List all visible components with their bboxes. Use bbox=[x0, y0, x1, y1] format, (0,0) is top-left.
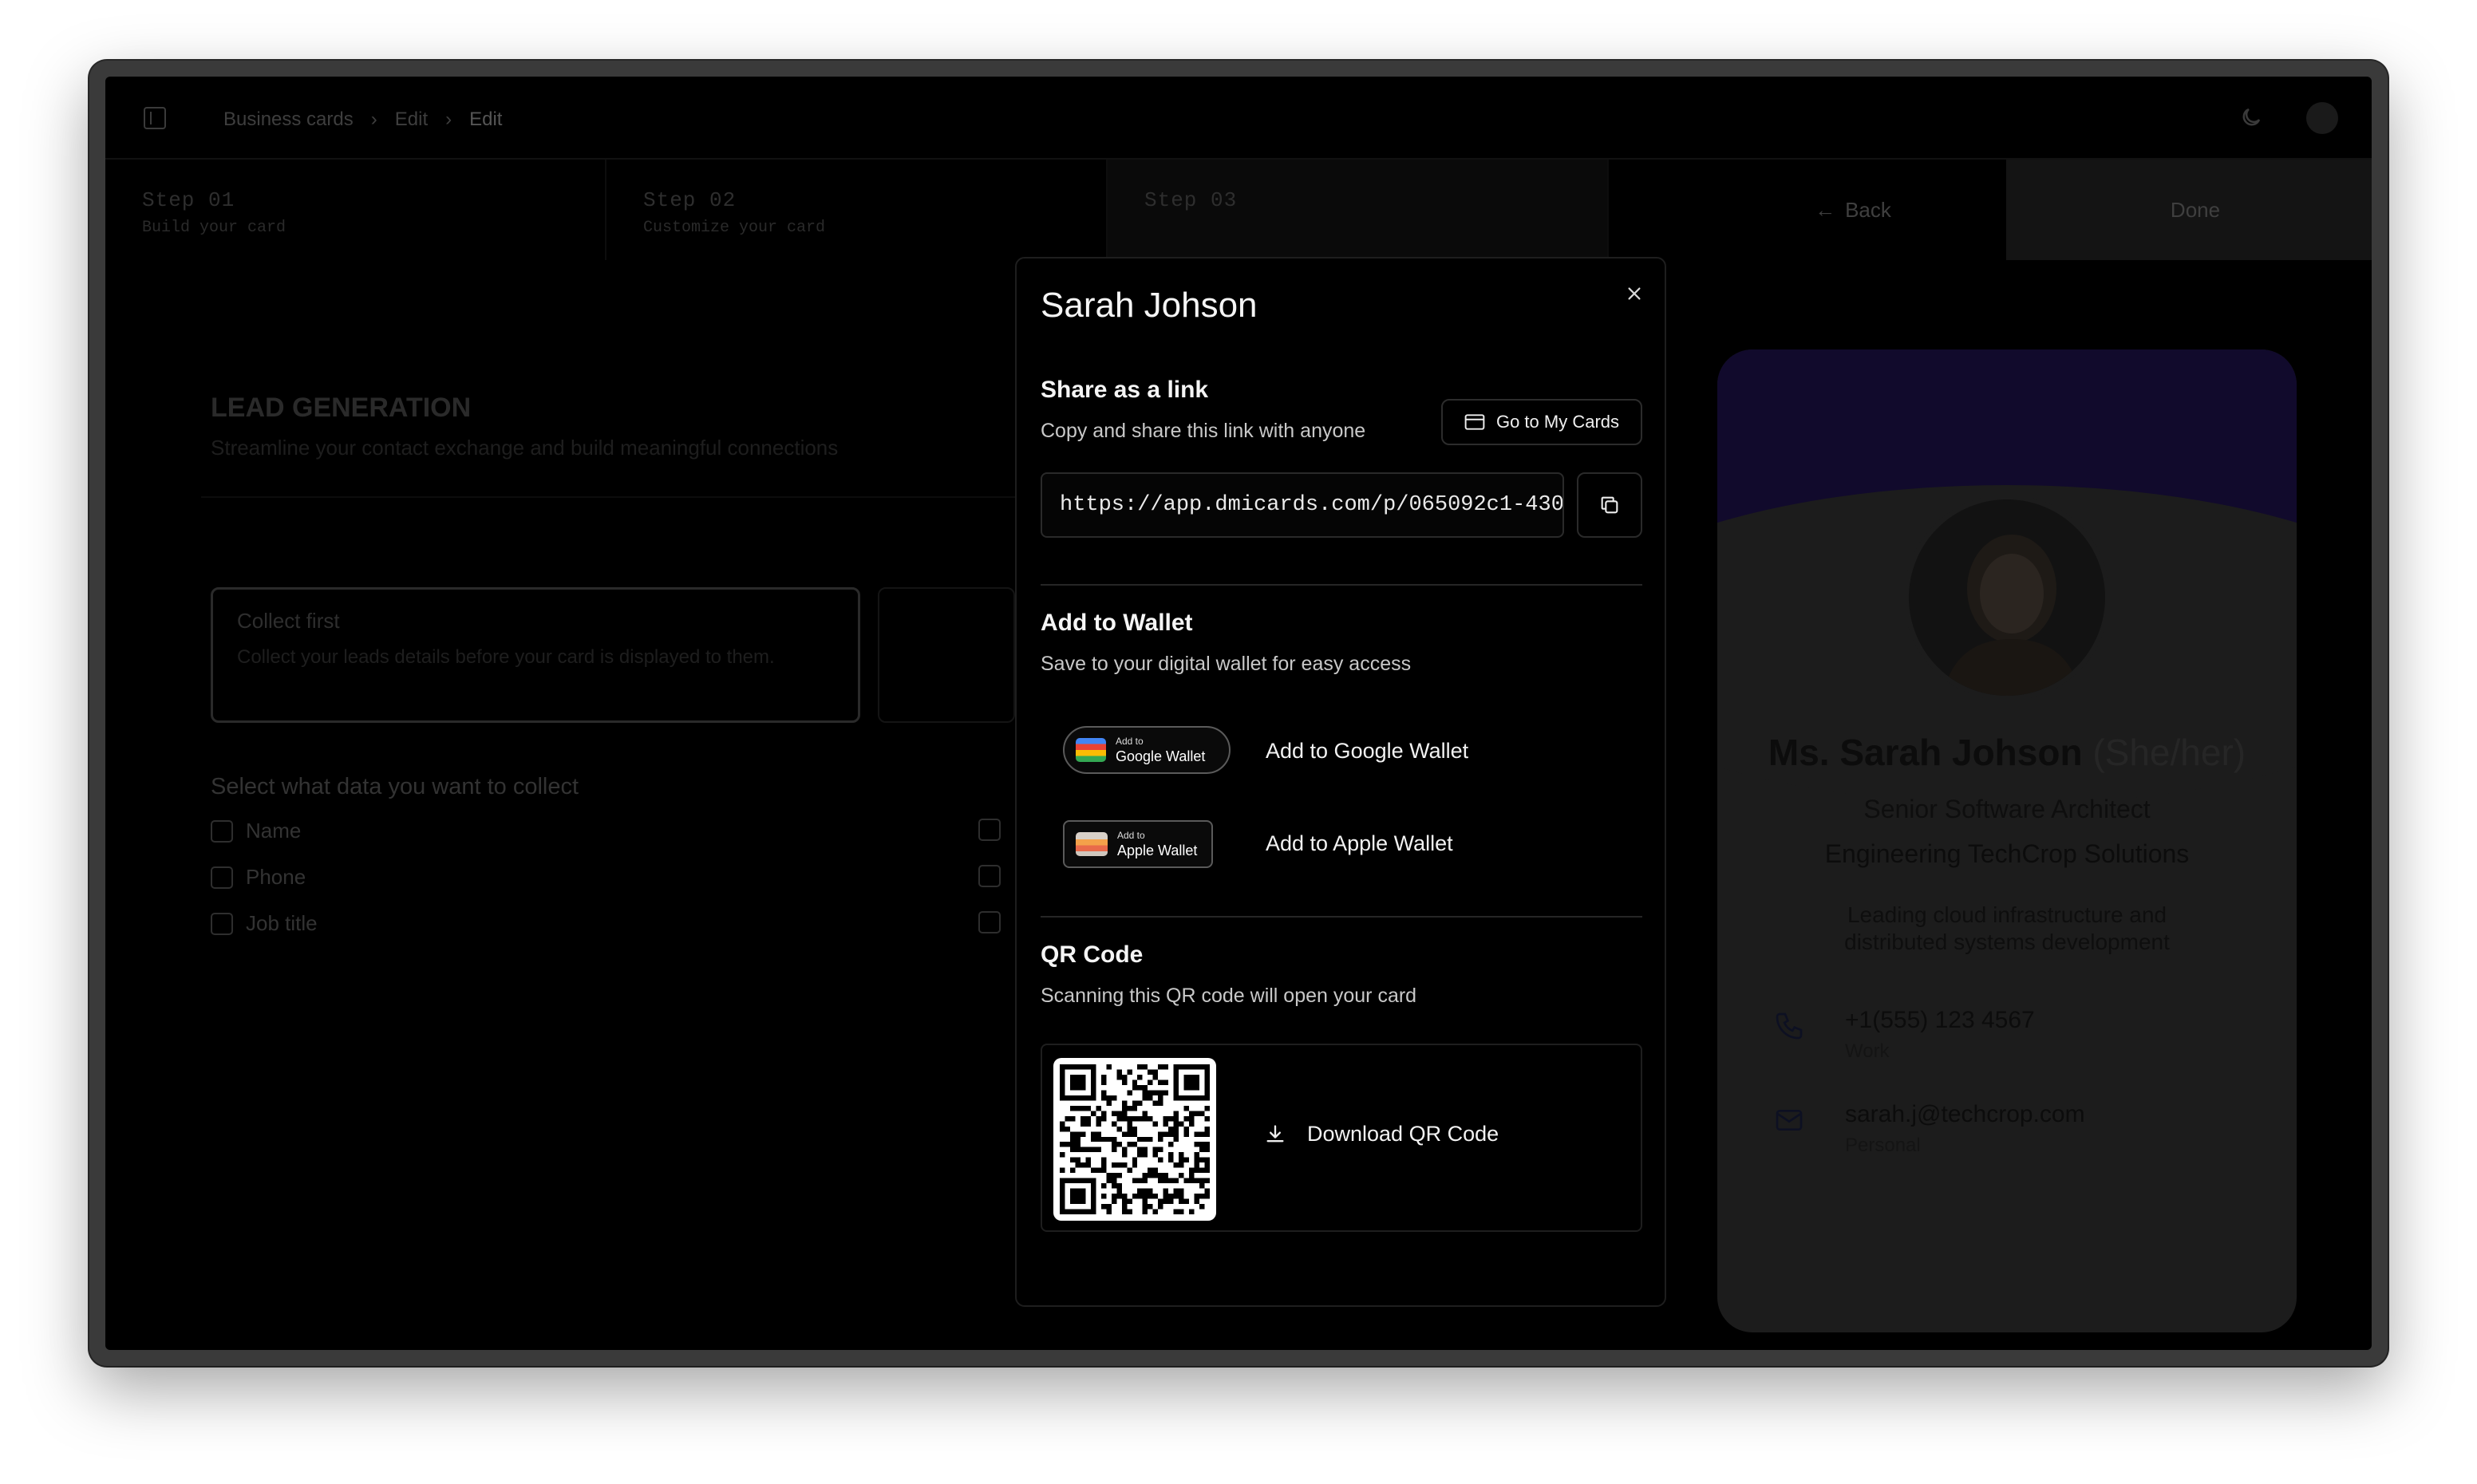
checkbox-label: Phone bbox=[246, 865, 306, 889]
checkbox-name[interactable]: Name bbox=[211, 819, 301, 843]
google-wallet-icon bbox=[1076, 738, 1106, 762]
card-name: Ms. Sarah Johson (She/her) bbox=[1768, 732, 2246, 773]
divider bbox=[1041, 584, 1642, 586]
checkbox-box[interactable] bbox=[978, 911, 1001, 933]
sidebar-toggle-icon[interactable] bbox=[144, 107, 166, 129]
download-qr-label: Download QR Code bbox=[1307, 1122, 1499, 1146]
step-subtitle: Customize your card bbox=[643, 219, 826, 237]
breadcrumb: Business cards › Edit › Edit bbox=[223, 109, 502, 131]
checkbox-company[interactable] bbox=[978, 865, 1001, 887]
arrow-left-icon: ← bbox=[1815, 197, 1836, 222]
download-qr-button[interactable]: Download QR Code bbox=[1264, 1122, 1499, 1147]
breadcrumb-item[interactable]: Business cards bbox=[223, 109, 354, 131]
checkbox-email[interactable] bbox=[978, 819, 1001, 841]
checkbox-box[interactable] bbox=[978, 865, 1001, 887]
step-tab-2[interactable]: Step 02 Customize your card bbox=[606, 160, 1108, 260]
badge-top: Add to bbox=[1116, 736, 1144, 747]
chevron-right-icon: › bbox=[445, 109, 452, 130]
close-icon[interactable] bbox=[1618, 278, 1650, 310]
checkbox-notes[interactable] bbox=[978, 911, 1001, 933]
checkbox-label: Name bbox=[246, 819, 302, 843]
avatar[interactable] bbox=[2306, 102, 2338, 134]
card-pronouns: (She/her) bbox=[2092, 732, 2246, 773]
checkbox-box[interactable] bbox=[211, 912, 233, 935]
collect-after-option[interactable] bbox=[878, 587, 1015, 723]
divider bbox=[201, 496, 1015, 498]
step-title: Step 02 bbox=[643, 188, 737, 212]
qr-heading: QR Code bbox=[1041, 941, 1144, 968]
apple-wallet-icon bbox=[1076, 832, 1108, 856]
checkbox-phone[interactable]: Phone bbox=[211, 865, 306, 890]
done-button[interactable]: Done bbox=[2006, 160, 2372, 260]
wallet-heading: Add to Wallet bbox=[1041, 610, 1193, 636]
device-frame: Business cards › Edit › Edit Step 01 Bui… bbox=[89, 61, 2388, 1366]
download-icon bbox=[1266, 1124, 1284, 1142]
share-link-subtitle: Copy and share this link with anyone bbox=[1041, 420, 1366, 442]
add-to-google-wallet-link[interactable]: Add to Google Wallet bbox=[1266, 739, 1468, 764]
apple-wallet-badge[interactable]: Add to Apple Wallet bbox=[1063, 820, 1213, 868]
qr-panel: Download QR Code bbox=[1041, 1044, 1642, 1232]
checkbox-box[interactable] bbox=[211, 819, 233, 843]
mail-icon bbox=[1768, 1099, 1810, 1141]
wallet-subtitle: Save to your digital wallet for easy acc… bbox=[1041, 653, 1412, 675]
checkbox-box[interactable] bbox=[211, 866, 233, 889]
card-preview: Ms. Sarah Johson (She/her) Senior Softwa… bbox=[1717, 349, 2297, 1332]
qr-subtitle: Scanning this QR code will open your car… bbox=[1041, 985, 1417, 1007]
checkbox-label: Job title bbox=[246, 911, 318, 935]
go-to-my-cards-label: Go to My Cards bbox=[1495, 412, 1620, 432]
section-heading: LEAD GENERATION bbox=[211, 393, 472, 423]
add-to-apple-wallet-link[interactable]: Add to Apple Wallet bbox=[1266, 831, 1453, 856]
dialog-title: Sarah Johson bbox=[1041, 286, 1258, 325]
card-email-label: Personal bbox=[1845, 1135, 1921, 1156]
credit-card-icon bbox=[1464, 414, 1485, 430]
qr-code-image bbox=[1053, 1058, 1216, 1221]
step-title: Step 03 bbox=[1144, 188, 1238, 212]
top-bar: Business cards › Edit › Edit bbox=[105, 77, 2372, 160]
share-link-heading: Share as a link bbox=[1041, 377, 1209, 403]
option-title: Collect first bbox=[237, 609, 340, 633]
card-description: Leading cloud infrastructure and distrib… bbox=[1844, 902, 2170, 954]
step-tabs: Step 01 Build your card Step 02 Customiz… bbox=[105, 160, 1609, 260]
card-company: Engineering TechCrop Solutions bbox=[1824, 839, 2190, 868]
step-subtitle: Build your card bbox=[142, 219, 286, 237]
breadcrumb-current: Edit bbox=[469, 109, 503, 130]
profile-photo bbox=[1904, 495, 2110, 701]
checkbox-job-title[interactable]: Job title bbox=[211, 911, 318, 936]
card-phone: +1(555) 123 4567 bbox=[1845, 1007, 2035, 1033]
chevron-right-icon: › bbox=[370, 109, 377, 130]
share-url-field[interactable]: https://app.dmicards.com/p/065092c1-4308 bbox=[1041, 472, 1564, 538]
option-description: Collect your leads details before your c… bbox=[237, 646, 775, 668]
card-phone-label: Work bbox=[1845, 1040, 1890, 1062]
share-dialog: Sarah Johson Share as a link Copy and sh… bbox=[1015, 257, 1666, 1307]
copy-icon[interactable] bbox=[1577, 472, 1642, 538]
divider bbox=[1041, 916, 1642, 918]
step-tab-1[interactable]: Step 01 Build your card bbox=[105, 160, 606, 260]
step-tab-3[interactable]: Step 03 bbox=[1108, 160, 1609, 260]
badge-bottom: Apple Wallet bbox=[1117, 843, 1198, 858]
section-subheading: Streamline your contact exchange and bui… bbox=[211, 436, 839, 460]
phone-icon bbox=[1768, 1005, 1810, 1047]
collect-first-option[interactable]: Collect first Collect your leads details… bbox=[211, 587, 860, 723]
back-label: Back bbox=[1845, 197, 1891, 222]
step-title: Step 01 bbox=[142, 188, 235, 212]
checkbox-box[interactable] bbox=[978, 819, 1001, 841]
breadcrumb-item[interactable]: Edit bbox=[395, 109, 428, 131]
google-wallet-badge[interactable]: Add to Google Wallet bbox=[1063, 726, 1231, 774]
badge-top: Add to bbox=[1117, 830, 1145, 841]
badge-bottom: Google Wallet bbox=[1116, 748, 1206, 764]
card-role: Senior Software Architect bbox=[1863, 795, 2151, 823]
back-button[interactable]: ← Back bbox=[1773, 160, 1933, 260]
card-email: sarah.j@techcrop.com bbox=[1845, 1101, 2085, 1127]
moon-icon[interactable] bbox=[2239, 105, 2263, 129]
app-screen: Business cards › Edit › Edit Step 01 Bui… bbox=[105, 77, 2372, 1350]
collect-data-heading: Select what data you want to collect bbox=[211, 774, 579, 799]
go-to-my-cards-button[interactable]: Go to My Cards bbox=[1441, 399, 1642, 445]
